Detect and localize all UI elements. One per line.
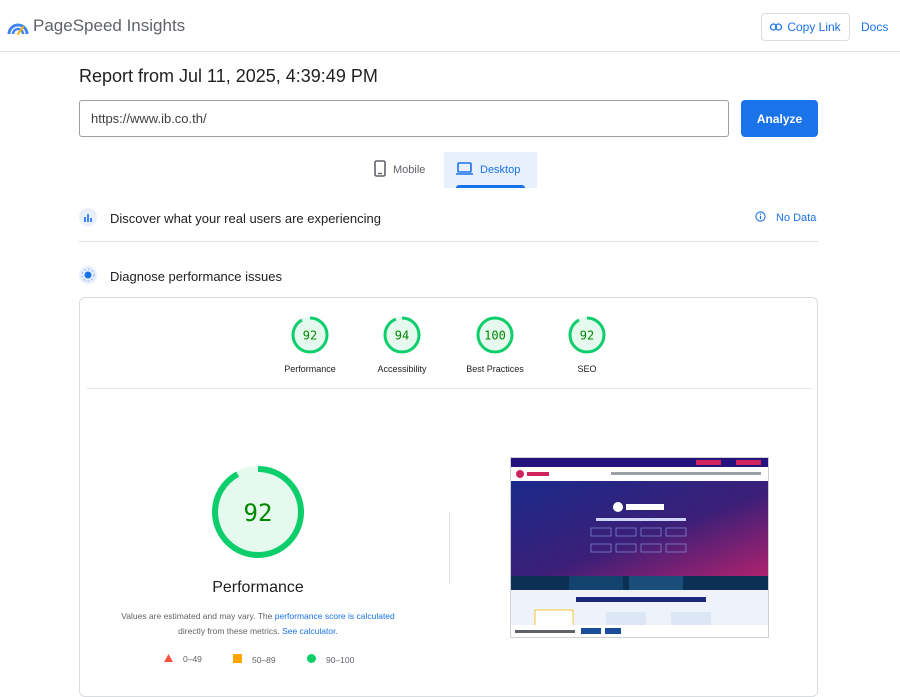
- analyze-button[interactable]: Analyze: [741, 100, 818, 137]
- legend-good: 90–100: [307, 654, 354, 665]
- square-icon: [233, 654, 242, 665]
- triangle-icon: [164, 654, 173, 664]
- docs-link[interactable]: Docs: [861, 20, 888, 34]
- info-icon: [755, 211, 766, 225]
- note-suffix: .: [335, 626, 338, 636]
- legend-good-label: 90–100: [326, 654, 355, 665]
- diagnose-title: Diagnose performance issues: [110, 269, 282, 284]
- card-divider: [87, 388, 812, 389]
- discover-title: Discover what your real users are experi…: [110, 211, 381, 226]
- section-divider: [79, 241, 818, 242]
- tab-desktop-label: Desktop: [480, 164, 521, 176]
- legend-poor-label: 0–49: [183, 654, 202, 664]
- desktop-icon: [456, 162, 473, 178]
- no-data-label: No Data: [776, 212, 817, 224]
- tab-mobile[interactable]: Mobile: [362, 152, 437, 188]
- copy-link-button[interactable]: Copy Link: [761, 13, 850, 41]
- vertical-divider: [449, 512, 450, 584]
- tab-desktop[interactable]: Desktop: [444, 152, 537, 188]
- lab-data-icon: [79, 265, 97, 288]
- legend-average: 50–89: [233, 654, 276, 665]
- diagnose-section-header: Diagnose performance issues: [79, 265, 282, 288]
- performance-score-link[interactable]: performance score is calculated: [275, 611, 395, 621]
- score-value-accessibility: 94: [395, 329, 409, 343]
- brand-title[interactable]: PageSpeed Insights: [33, 16, 185, 36]
- page-screenshot-thumbnail: [510, 457, 769, 638]
- score-gauge-seo[interactable]: 92 SEO: [532, 315, 642, 374]
- link-icon: [770, 20, 783, 34]
- no-data-indicator[interactable]: No Data: [755, 211, 816, 225]
- mobile-icon: [374, 160, 386, 180]
- score-value-best-practices: 100: [484, 329, 506, 343]
- tab-active-indicator: [456, 185, 525, 188]
- score-label-seo: SEO: [577, 364, 597, 374]
- url-input[interactable]: [79, 100, 729, 137]
- score-estimate-note: Values are estimated and may vary. The p…: [100, 609, 416, 639]
- main-score-value: 92: [244, 499, 273, 527]
- circle-icon: [307, 654, 316, 665]
- copy-link-label: Copy Link: [787, 20, 841, 34]
- discover-section-header: Discover what your real users are experi…: [79, 207, 381, 230]
- legend-poor: 0–49: [164, 654, 202, 664]
- website-preview-image: [511, 458, 768, 637]
- see-calculator-link[interactable]: See calculator: [282, 626, 335, 636]
- top-bar: PageSpeed Insights Copy Link Docs: [0, 0, 900, 52]
- note-prefix: Values are estimated and may vary. The: [121, 611, 275, 621]
- report-title: Report from Jul 11, 2025, 4:39:49 PM: [79, 66, 378, 86]
- score-value-seo: 92: [580, 329, 594, 343]
- pagespeed-logo-icon[interactable]: [7, 16, 29, 36]
- score-value-performance: 92: [303, 329, 317, 343]
- users-chart-icon: [79, 207, 97, 230]
- note-mid: directly from these metrics.: [178, 626, 283, 636]
- tab-mobile-label: Mobile: [393, 164, 426, 176]
- legend-average-label: 50–89: [252, 654, 276, 665]
- performance-main-gauge: 92: [212, 466, 304, 558]
- main-score-title: Performance: [212, 579, 304, 596]
